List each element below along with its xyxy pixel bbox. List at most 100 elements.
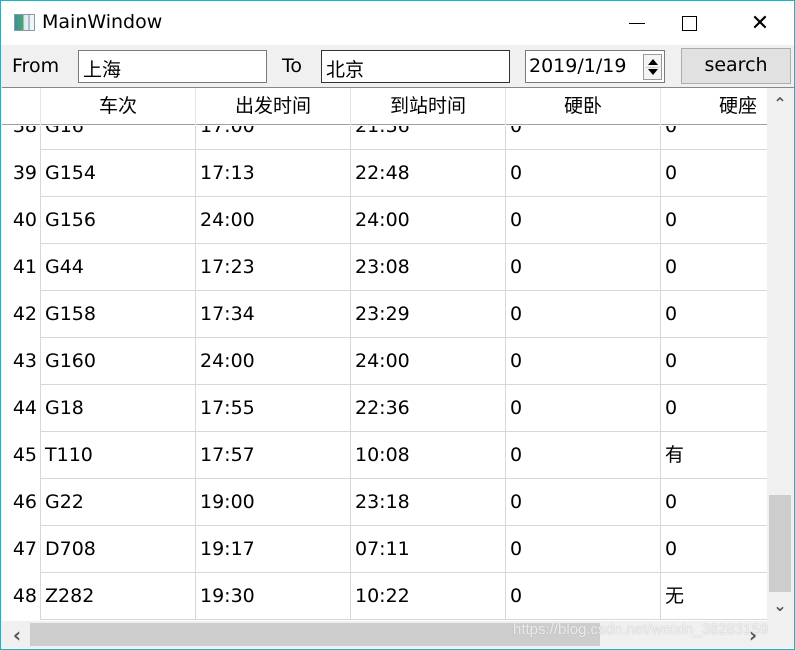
cell-seat[interactable]: 有 [660,432,767,479]
row-number[interactable]: 39 [2,150,39,197]
table-row[interactable]: 40 G156 24:00 24:00 0 0 [2,197,767,244]
cell-train[interactable]: G22 [40,479,195,526]
row-number[interactable]: 40 [2,197,39,244]
cell-depart[interactable]: 24:00 [195,338,350,385]
minimize-button[interactable] [614,1,660,45]
to-input[interactable]: 北京 [321,50,510,83]
cell-arrive[interactable]: 23:18 [350,479,505,526]
cell-seat[interactable]: 0 [660,338,767,385]
cell-arrive[interactable]: 21:36 [350,126,505,150]
table-row[interactable]: 42 G158 17:34 23:29 0 0 [2,291,767,338]
spin-down-icon[interactable] [648,69,658,75]
cell-depart[interactable]: 17:34 [195,291,350,338]
cell-depart[interactable]: 17:23 [195,244,350,291]
table-row[interactable]: 39 G154 17:13 22:48 0 0 [2,150,767,197]
scroll-corner [767,621,794,648]
cell-depart[interactable]: 24:00 [195,197,350,244]
column-header-train[interactable]: 车次 [40,88,195,125]
row-number[interactable]: 42 [2,291,39,338]
cell-train[interactable]: Z282 [40,573,195,620]
cell-arrive[interactable]: 24:00 [350,197,505,244]
cell-arrive[interactable]: 22:48 [350,150,505,197]
cell-seat[interactable]: 无 [660,573,767,620]
cell-sleeper[interactable]: 0 [505,126,660,150]
cell-train[interactable]: T110 [40,432,195,479]
row-number[interactable]: 38 [2,126,39,150]
column-header-arrive[interactable]: 到站时间 [350,88,505,125]
cell-seat[interactable]: 0 [660,526,767,573]
cell-arrive[interactable]: 23:08 [350,244,505,291]
table-row[interactable]: 38 G16 17:00 21:36 0 0 [2,126,767,150]
to-label: To [282,55,303,77]
row-number[interactable]: 47 [2,526,39,573]
cell-train[interactable]: G160 [40,338,195,385]
column-header-depart[interactable]: 出发时间 [195,88,350,125]
cell-sleeper[interactable]: 0 [505,526,660,573]
cell-sleeper[interactable]: 0 [505,573,660,620]
cell-depart[interactable]: 17:00 [195,126,350,150]
cell-arrive[interactable]: 24:00 [350,338,505,385]
spin-up-icon[interactable] [648,59,658,65]
date-input[interactable]: 2019/1/19 [525,50,665,83]
cell-train[interactable]: G18 [40,385,195,432]
cell-arrive[interactable]: 07:11 [350,526,505,573]
table-row[interactable]: 47 D708 19:17 07:11 0 0 [2,526,767,573]
cell-seat[interactable]: 0 [660,150,767,197]
table-row[interactable]: 43 G160 24:00 24:00 0 0 [2,338,767,385]
cell-train[interactable]: G16 [40,126,195,150]
cell-seat[interactable]: 0 [660,244,767,291]
row-number[interactable]: 46 [2,479,39,526]
row-number[interactable]: 43 [2,338,39,385]
cell-sleeper[interactable]: 0 [505,338,660,385]
column-header-sleeper[interactable]: 硬卧 [505,88,660,125]
scroll-left-icon[interactable]: ‹ [6,623,28,647]
cell-seat[interactable]: 0 [660,197,767,244]
cell-arrive[interactable]: 22:36 [350,385,505,432]
row-number[interactable]: 44 [2,385,39,432]
table-row[interactable]: 41 G44 17:23 23:08 0 0 [2,244,767,291]
cell-depart[interactable]: 19:17 [195,526,350,573]
cell-depart[interactable]: 17:57 [195,432,350,479]
cell-sleeper[interactable]: 0 [505,432,660,479]
cell-train[interactable]: G158 [40,291,195,338]
column-header-seat[interactable]: 硬座 [660,88,767,125]
vertical-scrollbar[interactable]: ⌃ ⌄ [767,88,794,621]
row-number[interactable]: 45 [2,432,39,479]
vertical-scroll-thumb[interactable] [769,495,791,592]
from-input[interactable]: 上海 [78,50,267,83]
cell-arrive[interactable]: 10:08 [350,432,505,479]
search-button[interactable]: search [681,48,791,84]
scroll-up-icon[interactable]: ⌃ [769,94,791,113]
row-number[interactable]: 41 [2,244,39,291]
cell-train[interactable]: D708 [40,526,195,573]
close-button[interactable]: ✕ [737,1,783,45]
cell-seat[interactable]: 0 [660,291,767,338]
cell-seat[interactable]: 0 [660,126,767,150]
cell-depart[interactable]: 19:30 [195,573,350,620]
table-row[interactable]: 46 G22 19:00 23:18 0 0 [2,479,767,526]
table-row[interactable]: 48 Z282 19:30 10:22 0 无 [2,573,767,620]
cell-depart[interactable]: 17:13 [195,150,350,197]
cell-train[interactable]: G44 [40,244,195,291]
cell-sleeper[interactable]: 0 [505,291,660,338]
row-number[interactable]: 48 [2,573,39,620]
table-row[interactable]: 44 G18 17:55 22:36 0 0 [2,385,767,432]
maximize-button[interactable] [666,1,712,45]
cell-arrive[interactable]: 10:22 [350,573,505,620]
cell-sleeper[interactable]: 0 [505,150,660,197]
date-spinner[interactable] [643,54,662,80]
table-row[interactable]: 45 T110 17:57 10:08 0 有 [2,432,767,479]
cell-depart[interactable]: 19:00 [195,479,350,526]
window-title: MainWindow [42,11,163,33]
cell-sleeper[interactable]: 0 [505,197,660,244]
cell-sleeper[interactable]: 0 [505,385,660,432]
cell-train[interactable]: G154 [40,150,195,197]
cell-seat[interactable]: 0 [660,385,767,432]
cell-arrive[interactable]: 23:29 [350,291,505,338]
cell-sleeper[interactable]: 0 [505,479,660,526]
cell-sleeper[interactable]: 0 [505,244,660,291]
scroll-down-icon[interactable]: ⌄ [769,596,791,615]
cell-train[interactable]: G156 [40,197,195,244]
cell-depart[interactable]: 17:55 [195,385,350,432]
cell-seat[interactable]: 0 [660,479,767,526]
